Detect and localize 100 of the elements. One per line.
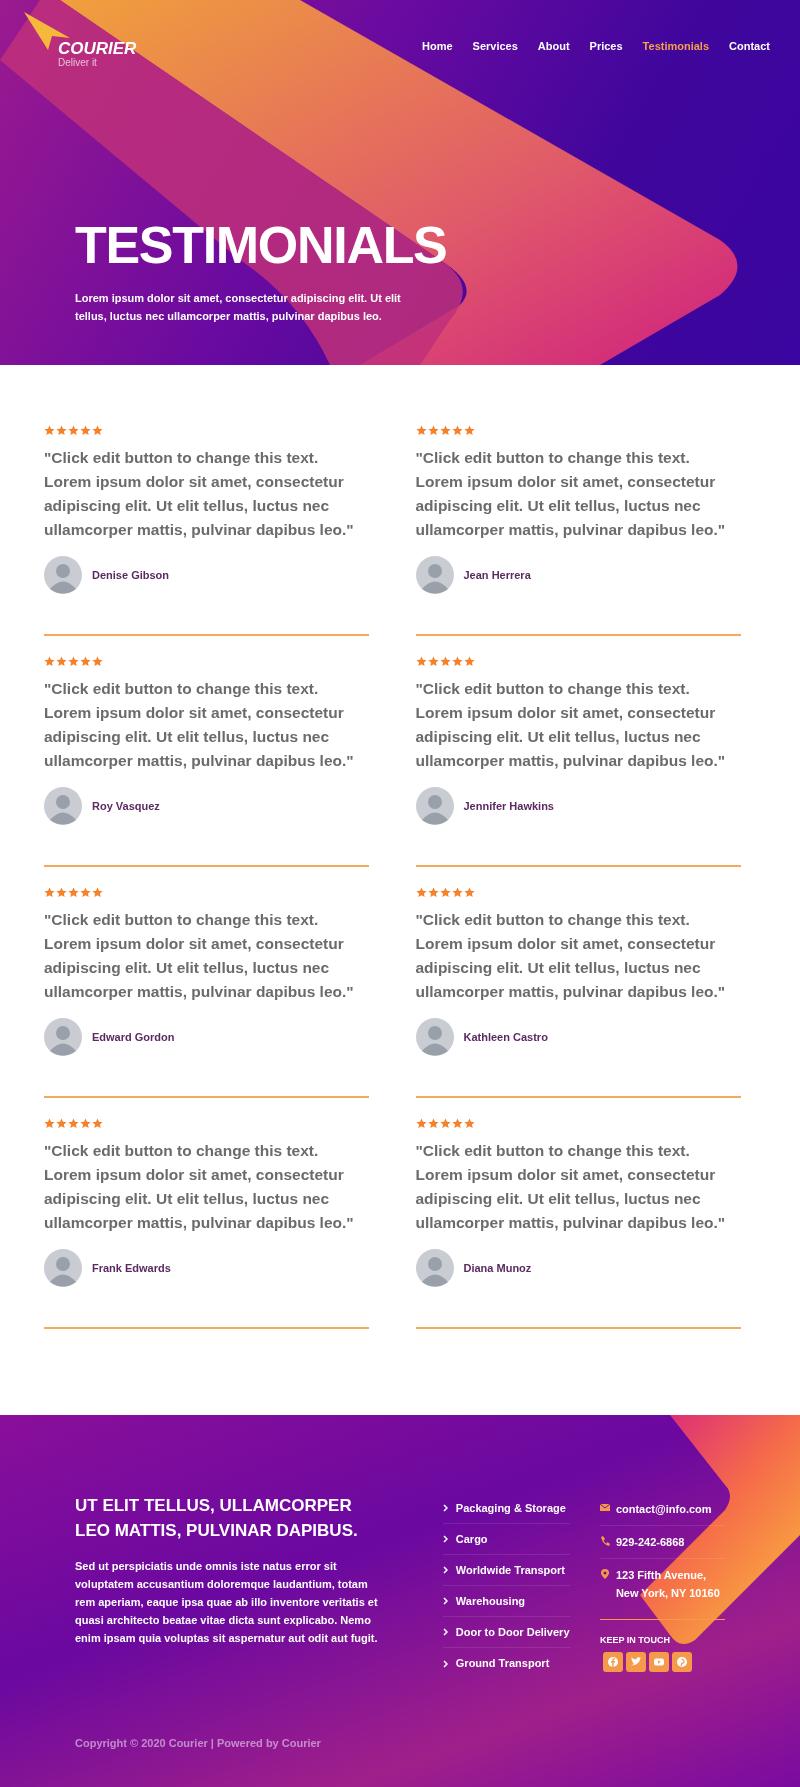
star-icon: [56, 1118, 67, 1129]
star-icon: [427, 425, 439, 436]
social-button[interactable]: [671, 1651, 692, 1672]
hero-subtitle: Lorem ipsum dolor sit amet, consectetur adipiscing elit. Ut elit tellus, luctus nec ullamcorper mattis, pulvinar dapibus leo.: [75, 291, 402, 324]
star-icon: [56, 425, 67, 436]
nav-link[interactable]: Services: [472, 38, 518, 55]
star-icon: [439, 425, 451, 436]
star-icon: [427, 887, 439, 898]
star-icon: [92, 1118, 103, 1129]
author-name: Frank Edwards: [92, 1260, 171, 1276]
testimonial-quote: "Click edit button to change this text. Lorem ipsum dolor sit amet, consectetur adipiscing elit. Ut elit tellus, luctus nec ullamcorper mattis, pulvinar dapibus leo.": [44, 679, 355, 771]
testimonial-quote: "Click edit button to change this text. Lorem ipsum dolor sit amet, consectetur adipiscing elit. Ut elit tellus, luctus nec ullamcorper mattis, pulvinar dapibus leo.": [44, 910, 355, 1002]
chevron-right-icon: [442, 1535, 448, 1543]
author-name: Jennifer Hawkins: [463, 798, 554, 814]
star-icon: [427, 656, 439, 667]
nav-link[interactable]: Prices: [589, 38, 623, 55]
contact-text: 929-242-6868: [615, 1535, 685, 1550]
author-name: Diana Munoz: [463, 1260, 532, 1276]
logo-wordmark[interactable]: COURIER: [58, 40, 137, 57]
chevron-right-icon: [442, 1659, 448, 1668]
star-icon: [451, 887, 463, 898]
page-title: TESTIMONIALS: [75, 217, 448, 273]
star-icon: [44, 656, 55, 667]
avatar-placeholder: [415, 556, 454, 594]
footer-description: Sed ut perspiciatis unde omnis iste natus error sit voluptatem accusantium doloremque laudantium, totam rem aperiam, eaque ipsa quae ab illo inventore veritatis et quasi architecto beatae vitae dicta sunt explicabo. Nemo enim ipsam quia voluptas sit aspernatur aut odit aut fugit.: [75, 1559, 378, 1646]
envelope-icon: [599, 1503, 610, 1513]
star-icon: [56, 887, 67, 898]
avatar-placeholder: [415, 787, 454, 825]
social-button[interactable]: [625, 1651, 646, 1672]
star-icon: [80, 887, 91, 898]
testimonial-quote: "Click edit button to change this text. Lorem ipsum dolor sit amet, consectetur adipiscing elit. Ut elit tellus, luctus nec ullamcorper mattis, pulvinar dapibus leo.": [415, 1141, 727, 1233]
social-heading: KEEP IN TOUCH: [599, 1634, 672, 1647]
star-icon: [427, 1118, 439, 1129]
social-button[interactable]: [648, 1651, 669, 1672]
footer-link[interactable]: Cargo: [455, 1530, 488, 1548]
footer-heading: UT ELIT TELLUS, ULLAMCORPER LEO MATTIS, PULVINAR DAPIBUS.: [75, 1495, 359, 1542]
star-icon: [68, 425, 79, 436]
star-icon: [68, 656, 79, 667]
chevron-right-icon: [442, 1566, 448, 1574]
star-icon: [415, 1118, 427, 1129]
testimonial-quote: "Click edit button to change this text. Lorem ipsum dolor sit amet, consectetur adipiscing elit. Ut elit tellus, luctus nec ullamcorper mattis, pulvinar dapibus leo.": [44, 1141, 355, 1233]
map-pin-icon: [599, 1569, 610, 1579]
star-icon: [44, 425, 55, 436]
star-icon: [92, 887, 103, 898]
testimonial-quote: "Click edit button to change this text. Lorem ipsum dolor sit amet, consectetur adipiscing elit. Ut elit tellus, luctus nec ullamcorper mattis, pulvinar dapibus leo.": [415, 679, 727, 771]
avatar-placeholder: [44, 556, 82, 594]
star-icon: [451, 656, 463, 667]
footer-link[interactable]: Ground Transport: [455, 1655, 550, 1672]
star-icon: [463, 656, 475, 667]
star-icon: [451, 1118, 463, 1129]
star-icon: [68, 1118, 79, 1129]
footer-link[interactable]: Door to Door Delivery: [455, 1623, 570, 1641]
author-name: Jean Herrera: [463, 567, 531, 583]
author-name: Denise Gibson: [92, 567, 170, 583]
nav-link[interactable]: Contact: [729, 38, 770, 55]
nav-link[interactable]: Home: [422, 38, 453, 55]
star-icon: [439, 1118, 451, 1129]
chevron-right-icon: [442, 1504, 448, 1512]
nav-link[interactable]: Testimonials: [642, 38, 710, 55]
social-button[interactable]: [602, 1651, 623, 1672]
avatar-placeholder: [44, 1018, 82, 1056]
avatar-placeholder: [415, 1018, 454, 1056]
star-icon: [44, 1118, 55, 1129]
contact-text: contact@info.com: [615, 1502, 712, 1517]
star-icon: [463, 887, 475, 898]
star-icon: [80, 425, 91, 436]
chevron-right-icon: [442, 1597, 448, 1605]
star-icon: [92, 656, 103, 667]
avatar-placeholder: [44, 1249, 82, 1287]
footer-link[interactable]: Warehousing: [455, 1592, 526, 1610]
author-name: Kathleen Castro: [463, 1029, 548, 1045]
testimonial-quote: "Click edit button to change this text. Lorem ipsum dolor sit amet, consectetur adipiscing elit. Ut elit tellus, luctus nec ullamcorper mattis, pulvinar dapibus leo.": [44, 448, 355, 540]
avatar-placeholder: [415, 1249, 454, 1287]
author-name: Edward Gordon: [92, 1029, 175, 1045]
star-icon: [80, 1118, 91, 1129]
star-icon: [92, 425, 103, 436]
star-icon: [415, 656, 427, 667]
star-icon: [415, 425, 427, 436]
star-icon: [44, 887, 55, 898]
author-name: Roy Vasquez: [92, 798, 160, 814]
star-icon: [68, 887, 79, 898]
pin-circle-icon: [675, 1655, 688, 1668]
copyright-text: Copyright © 2020 Courier | Powered by Courier: [75, 1736, 321, 1751]
testimonial-quote: "Click edit button to change this text. Lorem ipsum dolor sit amet, consectetur adipiscing elit. Ut elit tellus, luctus nec ullamcorper mattis, pulvinar dapibus leo.": [415, 910, 727, 1002]
logo-tagline: Deliver it: [58, 57, 98, 69]
contact-text: 123 Fifth Avenue, New York, NY 10160: [615, 1568, 721, 1601]
star-icon: [415, 887, 427, 898]
testimonial-quote: "Click edit button to change this text. Lorem ipsum dolor sit amet, consectetur adipiscing elit. Ut elit tellus, luctus nec ullamcorper mattis, pulvinar dapibus leo.": [415, 448, 727, 540]
star-icon: [463, 425, 475, 436]
facebook-icon: [606, 1655, 619, 1668]
footer-link[interactable]: Packaging & Storage: [455, 1499, 566, 1517]
chevron-right-icon: [442, 1628, 448, 1636]
star-icon: [451, 425, 463, 436]
star-icon: [80, 656, 91, 667]
nav-link[interactable]: About: [537, 38, 570, 55]
star-icon: [463, 1118, 475, 1129]
footer-link[interactable]: Worldwide Transport: [455, 1561, 565, 1579]
bird-icon: [629, 1655, 642, 1668]
star-icon: [439, 656, 451, 667]
star-icon: [56, 656, 67, 667]
